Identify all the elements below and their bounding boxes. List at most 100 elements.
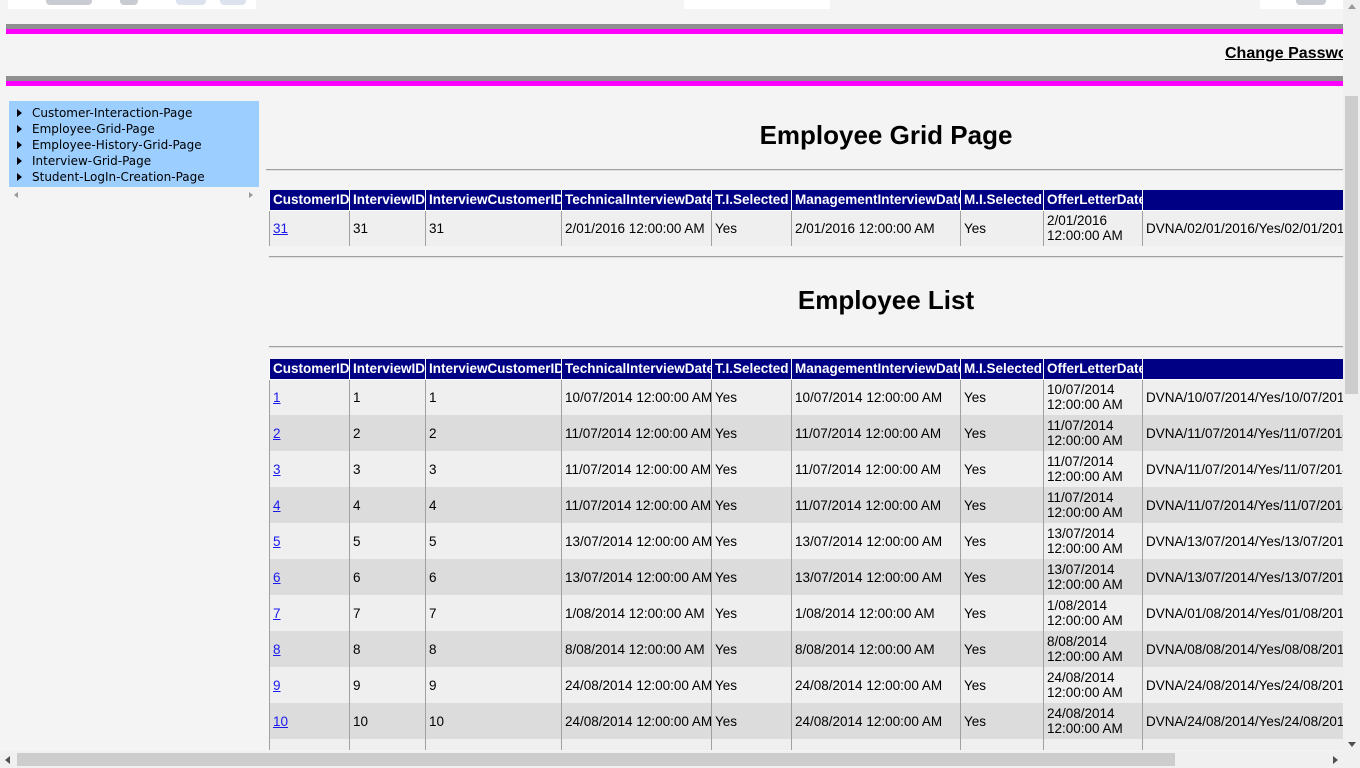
table-cell: 9 — [269, 667, 350, 703]
table-cell: 11/07/2014 12:00:00 AM — [791, 415, 961, 451]
customer-id-link[interactable]: 1 — [273, 390, 281, 405]
section-title-employee-list: Employee List — [797, 285, 975, 315]
table-cell: 24/08/2014 12:00:00 AM — [791, 667, 961, 703]
table-cell: Yes — [960, 487, 1044, 523]
section-divider — [269, 256, 1343, 258]
sidebar-item-employee-history-grid[interactable]: Employee-History-Grid-Page — [9, 137, 259, 153]
table-cell — [425, 739, 562, 750]
table-cell: Yes — [960, 667, 1044, 703]
customer-id-link[interactable]: 10 — [273, 714, 288, 729]
table-cell: 10 — [425, 703, 562, 739]
sidebar-item-employee-grid[interactable]: Employee-Grid-Page — [9, 121, 259, 137]
table-cell: 4 — [269, 487, 350, 523]
sidebar-item-interview-grid[interactable]: Interview-Grid-Page — [9, 153, 259, 169]
customer-id-link[interactable]: 31 — [273, 221, 288, 236]
table-cell: DVNA/13/07/2014/Yes/13/07/2014 — [1142, 559, 1343, 595]
scroll-up-arrow-icon[interactable] — [1348, 4, 1356, 9]
banner-image-left — [8, 0, 256, 9]
table-cell: Yes — [711, 703, 792, 739]
table-cell: Yes — [960, 631, 1044, 667]
scrollbar-corner — [1343, 751, 1360, 768]
table-cell: 7 — [349, 595, 426, 631]
expand-triangle-icon[interactable] — [17, 141, 22, 149]
scroll-left-arrow-icon[interactable] — [14, 192, 18, 198]
page-horizontal-scrollbar[interactable] — [0, 751, 1343, 768]
customer-id-link[interactable]: 6 — [273, 570, 281, 585]
column-header: InterviewCustomerID — [425, 190, 562, 211]
table-cell: 24/08/2014 12:00:00 AM — [1043, 667, 1143, 703]
top-banner — [0, 0, 1343, 24]
table-cell: Yes — [960, 379, 1044, 415]
table-cell — [960, 739, 1044, 750]
customer-id-link[interactable]: 7 — [273, 606, 281, 621]
main-content: Employee Grid Page CustomerID InterviewID… — [266, 90, 1343, 750]
table-cell: 24/08/2014 — [1043, 739, 1143, 750]
scroll-right-arrow-icon[interactable] — [1333, 756, 1338, 764]
table-cell: 31 — [349, 210, 426, 246]
scroll-right-arrow-icon[interactable] — [249, 192, 253, 198]
table-cell: 13/07/2014 12:00:00 AM — [791, 559, 961, 595]
table-cell: 10/07/2014 12:00:00 AM — [1043, 379, 1143, 415]
table-cell: Yes — [711, 210, 792, 246]
table-cell: 6 — [269, 559, 350, 595]
table-cell: Yes — [960, 559, 1044, 595]
customer-id-link[interactable]: 9 — [273, 678, 281, 693]
expand-triangle-icon[interactable] — [17, 157, 22, 165]
horizontal-scroll-thumb[interactable] — [17, 753, 1175, 766]
table-cell: 8 — [425, 631, 562, 667]
scroll-left-arrow-icon[interactable] — [5, 756, 10, 764]
sidebar-item-student-login-creation[interactable]: Student-LogIn-Creation-Page — [9, 169, 259, 185]
table-cell: Yes — [960, 415, 1044, 451]
table-cell: 1 — [269, 379, 350, 415]
table-cell: 5 — [425, 523, 562, 559]
table-cell: DVNA/24/08/2014/Yes/24/08/2014 — [1142, 667, 1343, 703]
page-vertical-scrollbar[interactable] — [1343, 0, 1360, 751]
table-cell — [349, 739, 426, 750]
table-cell: 11/07/2014 12:00:00 AM — [1043, 415, 1143, 451]
table-cell: Yes — [711, 559, 792, 595]
column-header: OfferLetterN — [1142, 359, 1343, 380]
sidebar-item-customer-interaction[interactable]: Customer-Interaction-Page — [9, 105, 259, 121]
table-cell: Yes — [711, 631, 792, 667]
table-cell: DVNA/24/08/2014/Yes/24/08/2014 — [1142, 703, 1343, 739]
table-cell: 31 — [425, 210, 562, 246]
table-cell: 10/07/2014 12:00:00 AM — [791, 379, 961, 415]
customer-id-link[interactable]: 4 — [273, 498, 281, 513]
scroll-down-arrow-icon[interactable] — [1348, 742, 1356, 747]
table-cell: 1 — [425, 379, 562, 415]
column-header: CustomerID — [269, 190, 350, 211]
table-row: 24/08/2014 — [269, 739, 1343, 750]
table-row: 8 8 8 8/08/2014 12:00:00 AM Yes 8/08/2014 12:… — [269, 631, 1343, 667]
table-cell — [1142, 739, 1343, 750]
customer-id-link[interactable]: 5 — [273, 534, 281, 549]
table-cell: 2/01/2016 12:00:00 AM — [1043, 210, 1143, 246]
table-cell: 2 — [269, 415, 350, 451]
table-cell: DVNA/11/07/2014/Yes/11/07/2014 — [1142, 415, 1343, 451]
expand-triangle-icon[interactable] — [17, 173, 22, 181]
table-cell: 7 — [269, 595, 350, 631]
table-cell: Yes — [711, 667, 792, 703]
customer-id-link[interactable]: 2 — [273, 426, 281, 441]
table-cell: Yes — [711, 379, 792, 415]
expand-triangle-icon[interactable] — [17, 109, 22, 117]
column-header: CustomerID — [269, 359, 350, 380]
table-cell: 4 — [425, 487, 562, 523]
table-cell: Yes — [711, 415, 792, 451]
table-row: 6 6 6 13/07/2014 12:00:00 AM Yes 13/07/2014 1… — [269, 559, 1343, 595]
table-cell: Yes — [960, 595, 1044, 631]
table-cell: 8 — [269, 631, 350, 667]
table-cell: 6 — [425, 559, 562, 595]
table-cell: 5 — [269, 523, 350, 559]
expand-triangle-icon[interactable] — [17, 125, 22, 133]
column-header: InterviewID — [349, 190, 426, 211]
table-cell: Yes — [960, 703, 1044, 739]
vertical-scroll-thumb[interactable] — [1345, 96, 1358, 394]
customer-id-link[interactable]: 3 — [273, 462, 281, 477]
table-header-row: CustomerID InterviewID InterviewCustomerID… — [269, 359, 1343, 380]
sidebar-item-label: Employee-History-Grid-Page — [32, 138, 202, 152]
sidebar-horizontal-scrollbar[interactable] — [9, 187, 259, 203]
change-password-link[interactable]: Change Password — [1225, 45, 1343, 63]
customer-id-link[interactable]: 8 — [273, 642, 281, 657]
table-cell: 10 — [349, 703, 426, 739]
table-cell — [711, 739, 792, 750]
